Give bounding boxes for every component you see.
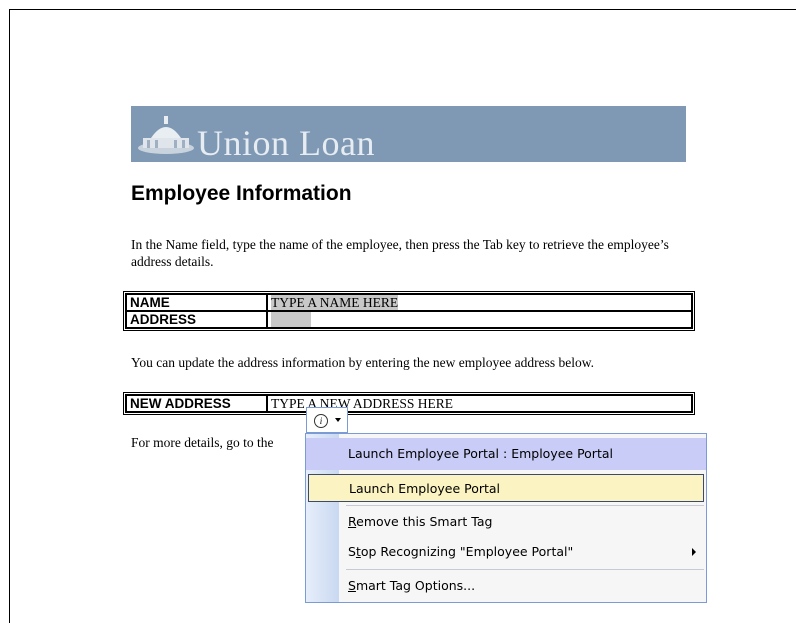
new-address-placeholder[interactable]: TYPE A NEW ADDRESS HERE <box>271 396 453 411</box>
menu-item-stop-recognizing[interactable]: Stop Recognizing "Employee Portal" <box>306 538 706 566</box>
more-details-text: For more details, go to the <box>131 435 274 450</box>
menu-item-smart-tag-options[interactable]: Smart Tag Options... <box>306 572 706 600</box>
menu-item-header: Launch Employee Portal : Employee Portal <box>306 438 706 470</box>
capitol-logo-icon <box>138 116 194 154</box>
chevron-down-icon <box>335 418 341 422</box>
menu-header-label: Launch Employee Portal : Employee Portal <box>348 446 613 461</box>
submenu-arrow-icon <box>692 548 696 556</box>
menu-item-label: Smart Tag Options... <box>348 578 476 593</box>
name-field[interactable]: TYPE A NAME HERE <box>267 294 692 311</box>
table-row: ADDRESS <box>126 311 692 328</box>
menu-separator <box>346 505 704 506</box>
info-icon: i <box>314 414 328 428</box>
smart-tag-button[interactable]: i <box>306 407 348 433</box>
name-placeholder[interactable]: TYPE A NAME HERE <box>271 295 399 310</box>
address-label: ADDRESS <box>126 311 267 328</box>
name-label: NAME <box>126 294 267 311</box>
menu-item-label: Remove this Smart Tag <box>348 514 493 529</box>
company-banner: Union Loan <box>131 106 686 162</box>
address-field[interactable] <box>267 311 692 328</box>
table-row: NAME TYPE A NAME HERE <box>126 294 692 311</box>
employee-table: NAME TYPE A NAME HERE ADDRESS <box>123 291 695 331</box>
menu-item-label: Stop Recognizing "Employee Portal" <box>348 544 574 559</box>
address-value[interactable] <box>271 312 311 327</box>
menu-item-launch-portal[interactable]: Launch Employee Portal <box>308 474 704 502</box>
update-paragraph: You can update the address information b… <box>131 355 595 370</box>
page-title: Employee Information <box>131 182 352 205</box>
intro-paragraph: In the Name field, type the name of the … <box>131 237 669 269</box>
new-address-label: NEW ADDRESS <box>126 395 267 412</box>
new-address-table: NEW ADDRESS TYPE A NEW ADDRESS HERE <box>123 392 695 415</box>
table-row: NEW ADDRESS TYPE A NEW ADDRESS HERE <box>126 395 692 412</box>
menu-item-remove-smart-tag[interactable]: Remove this Smart Tag <box>306 508 706 536</box>
company-name: Union Loan <box>197 123 375 162</box>
menu-item-label: Launch Employee Portal <box>349 481 501 496</box>
smart-tag-menu: Launch Employee Portal : Employee Portal… <box>305 433 707 603</box>
menu-separator <box>346 569 704 570</box>
